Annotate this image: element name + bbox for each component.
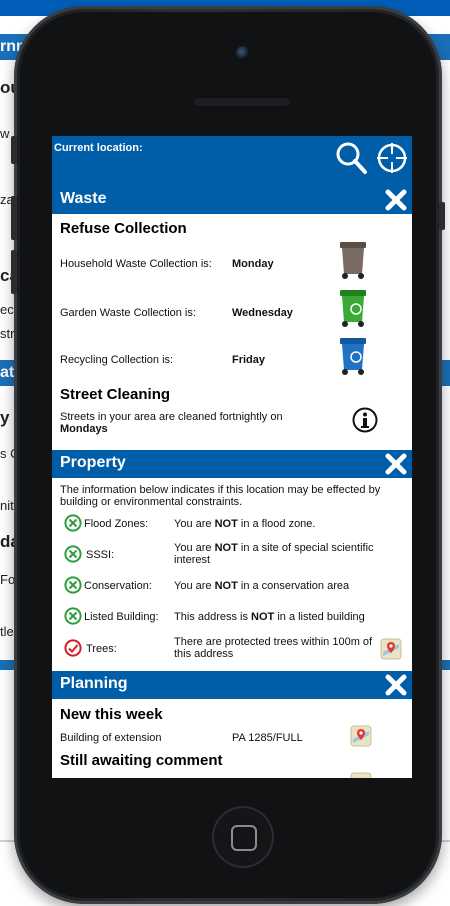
- refuse-collection-heading: Refuse Collection: [60, 220, 187, 237]
- phone-volume-up: [11, 196, 17, 240]
- property-intro: The information below indicates if this …: [60, 484, 381, 508]
- map-pin-icon[interactable]: [350, 772, 372, 778]
- listed-building-value: This address is NOT in a listed building: [174, 611, 365, 623]
- speaker-grille: [194, 98, 290, 106]
- location-label: Current location:: [54, 142, 143, 154]
- recycling-label: Recycling Collection is:: [60, 354, 174, 366]
- close-icon[interactable]: [384, 188, 408, 212]
- household-bin-icon: [340, 242, 366, 279]
- home-square-icon: [231, 825, 257, 851]
- waste-title: Waste: [60, 190, 107, 207]
- planning-title: Planning: [60, 675, 128, 692]
- close-icon[interactable]: [384, 452, 408, 476]
- sssi-value: You are NOT in a site of special scienti…: [174, 542, 374, 566]
- street-cleaning-heading: Street Cleaning: [60, 386, 171, 403]
- new-this-week-heading: New this week: [60, 706, 163, 723]
- planning-item-description: Building of extension: [60, 732, 162, 744]
- camera-icon: [236, 46, 250, 60]
- awaiting-comment-heading: Still awaiting comment: [60, 752, 223, 769]
- garden-bin-icon: [340, 290, 366, 327]
- planning-item-reference: PA 1285/FULL: [232, 732, 303, 744]
- map-pin-icon[interactable]: [350, 725, 372, 747]
- search-icon[interactable]: [334, 140, 368, 176]
- garden-day: Wednesday: [232, 307, 293, 319]
- trees-label: Trees:: [86, 643, 117, 655]
- flood-zones-value: You are NOT in a flood zone.: [174, 518, 316, 530]
- property-title: Property: [60, 454, 126, 471]
- alert-tick-icon: [64, 639, 82, 657]
- sssi-label: SSSI:: [86, 549, 115, 561]
- recycling-day: Friday: [232, 354, 266, 366]
- map-pin-icon[interactable]: [380, 638, 402, 660]
- tick-icon: [64, 576, 82, 594]
- phone-power-button: [439, 202, 445, 230]
- garden-label: Garden Waste Collection is:: [60, 307, 196, 319]
- tick-icon: [64, 607, 82, 625]
- household-day: Monday: [232, 258, 274, 270]
- background-fragment: tle: [0, 624, 14, 639]
- waste-section-header[interactable]: Waste: [52, 186, 412, 214]
- street-cleaning-text: Streets in your area are cleaned fortnig…: [60, 411, 283, 423]
- trees-value: There are protected trees within 100m of…: [174, 636, 373, 660]
- flood-zones-label: Flood Zones:: [84, 518, 149, 530]
- conservation-value: You are NOT in a conservation area: [174, 580, 350, 592]
- listed-building-label: Listed Building:: [84, 611, 159, 623]
- phone-screen: Current location: Waste Refuse Collectio…: [52, 136, 412, 778]
- home-button[interactable]: [212, 806, 274, 868]
- tick-icon: [64, 545, 82, 563]
- location-bar: Current location:: [52, 136, 412, 186]
- conservation-label: Conservation:: [84, 580, 152, 592]
- background-fragment: y: [0, 408, 10, 427]
- street-cleaning-day: Mondays: [60, 423, 108, 435]
- info-icon[interactable]: [352, 407, 378, 433]
- planning-section-header[interactable]: Planning: [52, 671, 412, 699]
- household-label: Household Waste Collection is:: [60, 258, 212, 270]
- tick-icon: [64, 514, 82, 532]
- phone-mute-switch: [11, 136, 17, 164]
- close-icon[interactable]: [384, 673, 408, 697]
- property-section-header[interactable]: Property: [52, 450, 412, 478]
- phone-volume-down: [11, 250, 17, 294]
- recycling-bin-icon: [340, 338, 366, 375]
- crosshair-icon[interactable]: [374, 140, 410, 176]
